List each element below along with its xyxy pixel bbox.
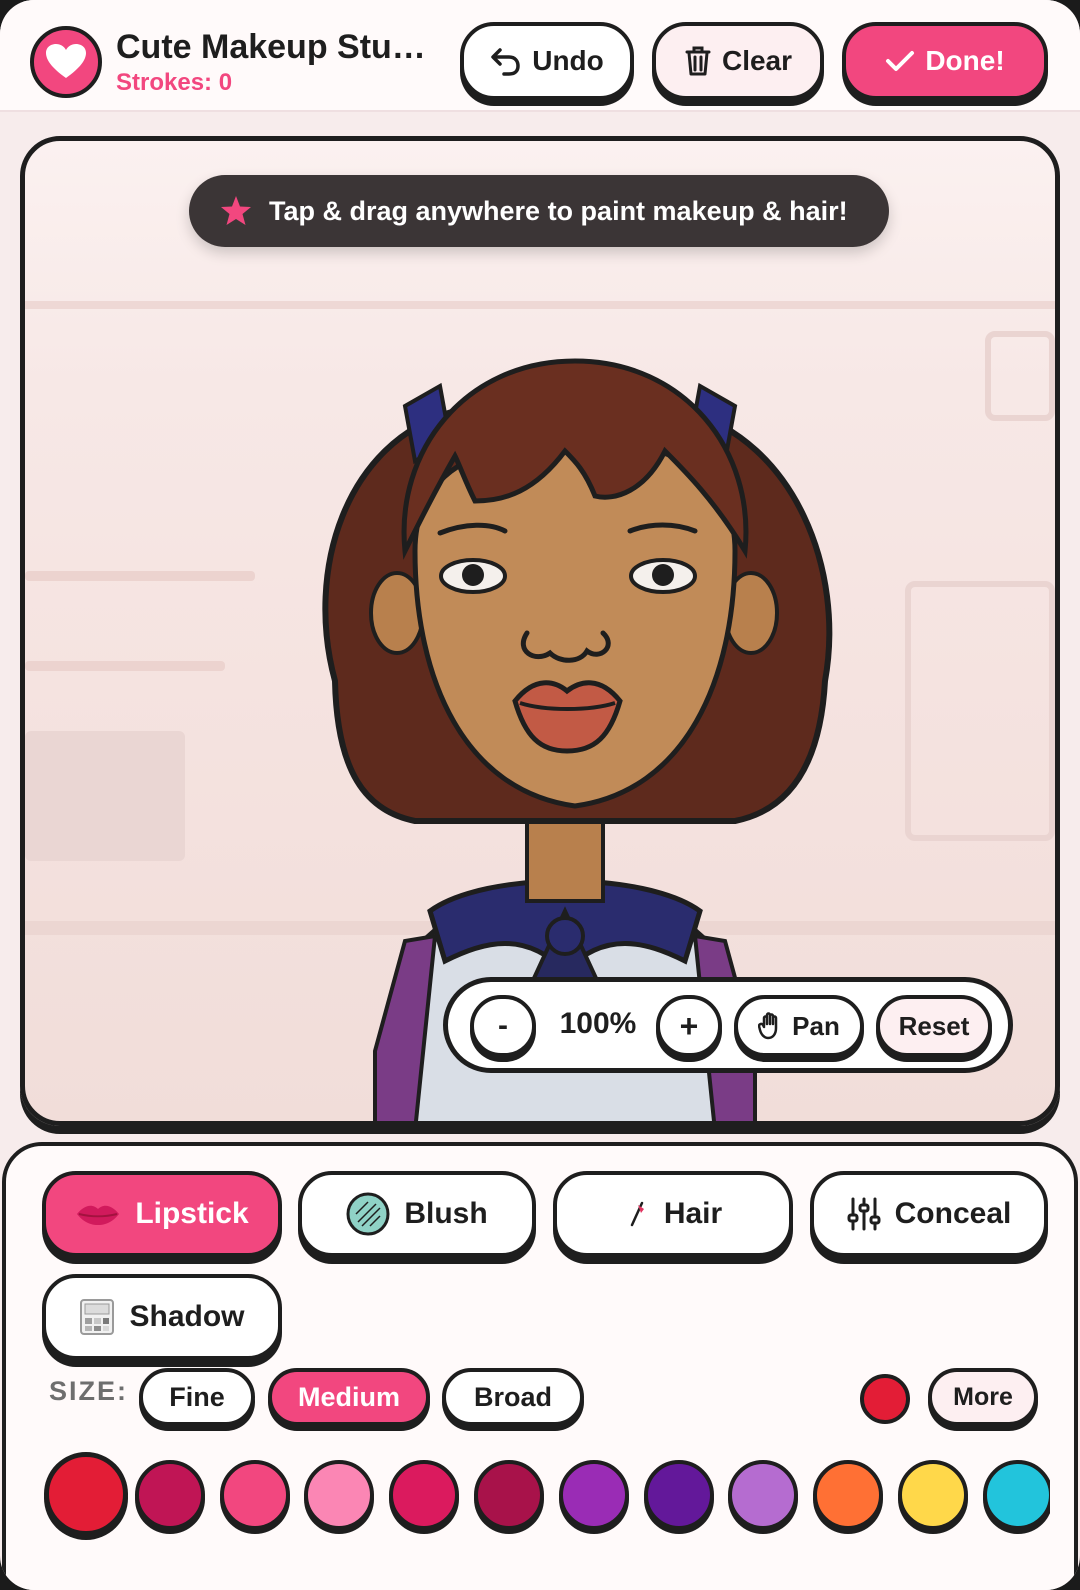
size-fine-button[interactable]: Fine: [139, 1368, 255, 1426]
tool-conceal-label: Conceal: [894, 1197, 1012, 1230]
checkmark-icon: [886, 51, 915, 71]
color-swatch[interactable]: [982, 1460, 1050, 1530]
tools-panel: Lipstick Blush Hair Conceal Shadow SIZE:…: [2, 1142, 1078, 1590]
hand-icon: [758, 1012, 778, 1040]
done-label: Done!: [925, 45, 1005, 76]
color-swatch[interactable]: [558, 1460, 629, 1530]
tool-hair[interactable]: Hair: [553, 1171, 793, 1257]
done-button[interactable]: Done!: [842, 22, 1048, 100]
color-swatch[interactable]: [643, 1460, 714, 1530]
size-label: SIZE:: [49, 1376, 129, 1406]
blush-compact-icon: [346, 1192, 390, 1236]
color-swatch[interactable]: [813, 1460, 884, 1530]
sliders-icon: [847, 1197, 881, 1231]
clear-label: Clear: [721, 45, 793, 76]
makeup-app: Cute Makeup Stu… Strokes: 0 Undo Clear D…: [0, 0, 1080, 1590]
color-swatch[interactable]: [44, 1452, 128, 1536]
background-monitor: [25, 731, 185, 861]
background-shelf: [25, 571, 255, 581]
color-swatch[interactable]: [728, 1460, 799, 1530]
color-swatch[interactable]: [219, 1460, 290, 1530]
instruction-toast: Tap & drag anywhere to paint makeup & ha…: [189, 175, 889, 247]
background-shelf: [25, 661, 225, 671]
background-window: [905, 581, 1055, 841]
reset-zoom-button[interactable]: Reset: [876, 995, 992, 1057]
strokes-counter: Strokes: 0: [116, 69, 233, 96]
zoom-in-button[interactable]: +: [656, 995, 722, 1057]
lips-icon: [77, 1205, 120, 1225]
star-icon: [221, 196, 251, 225]
paint-canvas[interactable]: Tap & drag anywhere to paint makeup & ha…: [20, 136, 1060, 1126]
zoom-out-button[interactable]: -: [470, 995, 536, 1057]
tool-shadow[interactable]: Shadow: [42, 1274, 282, 1360]
trash-icon: [685, 46, 711, 76]
heart-logo-icon: [30, 26, 102, 98]
color-swatch[interactable]: [389, 1460, 460, 1530]
tool-blush[interactable]: Blush: [298, 1171, 536, 1257]
color-swatch[interactable]: [474, 1460, 544, 1530]
tool-lipstick[interactable]: Lipstick: [42, 1171, 282, 1257]
undo-button[interactable]: Undo: [460, 22, 634, 100]
undo-icon: [491, 48, 520, 76]
undo-label: Undo: [532, 45, 604, 76]
color-swatches: [42, 1450, 1050, 1550]
instruction-text: Tap & drag anywhere to paint makeup & ha…: [269, 195, 848, 226]
size-broad-button[interactable]: Broad: [442, 1368, 584, 1426]
color-swatch[interactable]: [898, 1460, 968, 1530]
eyeshadow-palette-icon: [80, 1299, 115, 1335]
color-swatch[interactable]: [304, 1460, 375, 1530]
more-colors-button[interactable]: More: [928, 1368, 1038, 1426]
current-color-indicator: [860, 1374, 910, 1424]
zoom-controls: - 100% + Pan Reset: [443, 977, 1013, 1073]
background-picture-frame: [985, 331, 1055, 421]
tool-hair-label: Hair: [663, 1197, 723, 1230]
tool-blush-label: Blush: [404, 1197, 488, 1230]
pan-button[interactable]: Pan: [734, 995, 864, 1057]
app-title: Cute Makeup Stu…: [116, 28, 426, 66]
size-medium-button[interactable]: Medium: [268, 1368, 430, 1426]
background-wall-trim: [25, 301, 1055, 309]
header-bar: Cute Makeup Stu… Strokes: 0 Undo Clear D…: [0, 0, 1080, 112]
clear-button[interactable]: Clear: [652, 22, 824, 100]
pan-label: Pan: [792, 1010, 840, 1041]
color-swatch[interactable]: [134, 1460, 205, 1530]
tool-lipstick-label: Lipstick: [135, 1197, 249, 1230]
hair-brush-icon: [630, 1201, 644, 1227]
zoom-level: 100%: [559, 1007, 637, 1040]
tool-shadow-label: Shadow: [129, 1300, 245, 1333]
tool-conceal[interactable]: Conceal: [810, 1171, 1048, 1257]
